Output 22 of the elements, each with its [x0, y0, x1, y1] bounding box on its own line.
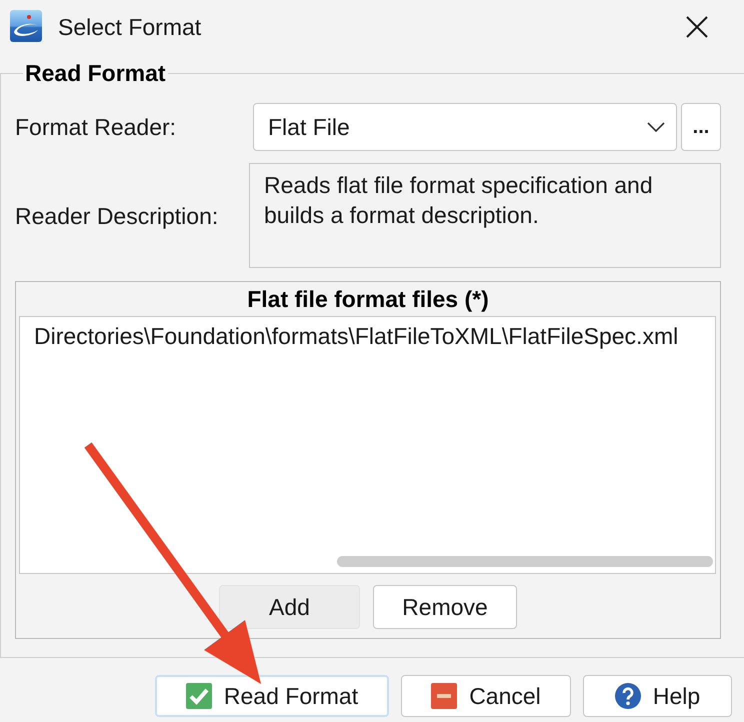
minus-icon	[431, 683, 458, 709]
scrollbar-thumb[interactable]	[337, 556, 713, 567]
file-list-item[interactable]: Directories\Foundation\formats\FlatFileToXML\FlatFileSpec.xml	[20, 317, 715, 351]
files-list-header: Flat file format files (*)	[246, 285, 490, 314]
app-logo-icon	[10, 10, 42, 42]
browse-button[interactable]: ...	[681, 103, 721, 151]
chevron-down-icon	[647, 122, 665, 132]
add-button[interactable]: Add	[219, 585, 360, 629]
reader-description-field[interactable]: Reads flat file format specification and builds a format description.	[249, 163, 721, 268]
remove-button[interactable]: Remove	[373, 585, 517, 629]
format-reader-dropdown[interactable]: Flat File	[253, 103, 677, 151]
window-title: Select Format	[58, 13, 202, 41]
file-list[interactable]: Directories\Foundation\formats\FlatFileToXML\FlatFileSpec.xml	[19, 316, 716, 574]
checkmark-icon	[186, 683, 212, 709]
help-icon	[614, 683, 641, 709]
group-title: Read Format	[24, 60, 167, 86]
close-icon	[686, 16, 708, 38]
cancel-button[interactable]: Cancel	[401, 675, 571, 717]
read-format-button[interactable]: Read Format	[155, 675, 389, 717]
reader-description-label: Reader Description:	[15, 202, 220, 230]
format-reader-label: Format Reader:	[15, 113, 178, 141]
help-button[interactable]: Help	[583, 675, 732, 717]
